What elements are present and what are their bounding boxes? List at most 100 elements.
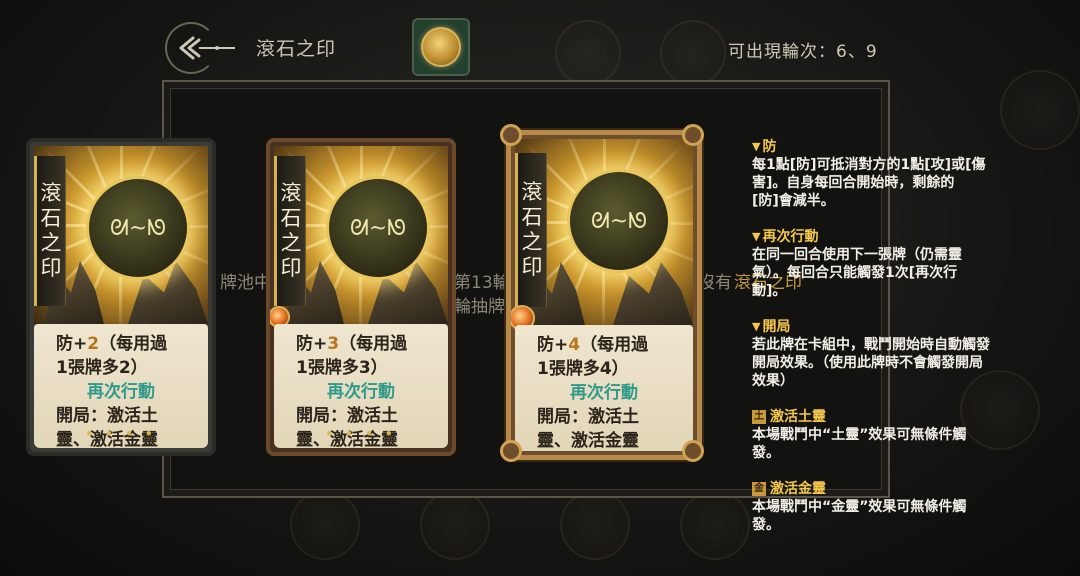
- page-title: 滾石之印: [256, 38, 337, 60]
- keyword-title-text: 激活金靈: [770, 481, 826, 497]
- background-medallion: [680, 490, 750, 560]
- keyword-title: ▼ 防: [752, 138, 1052, 156]
- keyword-title: ▼ 再次行動: [752, 228, 1052, 246]
- card-corner-ornament: [500, 440, 522, 462]
- description-line: 本場戰鬥中“土靈”效果可無條件觸: [752, 427, 967, 443]
- description-line: [防]會減半。: [752, 193, 835, 209]
- card-corner-ornament: [500, 124, 522, 146]
- description-line: 開局效果。（使用此牌時不會觸發開局: [752, 355, 983, 371]
- card-name-char: 印: [521, 255, 543, 279]
- description-line: 本場戰鬥中“金靈”效果可無條件觸: [752, 499, 967, 515]
- desc-line: 防+: [56, 334, 88, 354]
- keyword-description: 在同一回合使用下一張牌（仍需靈 氣）。每回合只能觸發1次[再次行 動]。: [752, 246, 1052, 300]
- description-line: 發。: [752, 517, 780, 533]
- card-name-char: 滾: [280, 181, 302, 205]
- keyword-again-action: 再次行動: [87, 382, 155, 402]
- desc-line: 1張牌多3）: [296, 358, 388, 378]
- card-name-char: 之: [280, 231, 302, 255]
- description-line: 效果）: [752, 373, 794, 389]
- keyword-title: 金激活金靈: [752, 480, 1052, 498]
- desc-line: （每用過: [580, 335, 649, 355]
- keyword-description: 若此牌在卡組中，戰鬥開始時自動觸發 開局效果。（使用此牌時不會觸發開局 效果）: [752, 336, 1052, 390]
- description-line: 發。: [752, 445, 780, 461]
- desc-line: 防+: [537, 335, 569, 355]
- available-rounds-label: 可出現輪次：6、9: [728, 42, 878, 62]
- keyword-title: 土激活土靈: [752, 408, 1052, 426]
- back-arrow-icon: [179, 36, 235, 60]
- rolling-stone-icon: ᘛ~ᘚ: [326, 176, 430, 280]
- card-name-char: 石: [521, 205, 543, 229]
- keyword-info-section: ▼ 再次行動 在同一回合使用下一張牌（仍需靈 氣）。每回合只能觸發1次[再次行 動]。: [752, 228, 1052, 300]
- description-line: 在同一回合使用下一張牌（仍需靈: [752, 247, 962, 263]
- card-description: 防+3（每用過 1張牌多3） 再次行動 開局：激活土 靈、激活金靈 • • • …: [274, 324, 448, 450]
- spirit-icon: 土: [752, 410, 766, 424]
- keyword-description: 每1點[防]可抵消對方的1點[攻]或[傷 害]。自身每回合開始時，剩餘的 [防]會減…: [752, 156, 1052, 210]
- triangle-icon: ▼: [752, 140, 761, 153]
- header-bar: 滾石之印 可出現輪次：6、9: [0, 0, 1080, 80]
- keyword-info-section: 金激活金靈 本場戰鬥中“金靈”效果可無條件觸 發。: [752, 480, 1052, 534]
- card-description: 防+4（每用過 1張牌多4） 再次行動 開局：激活土 靈、激活金靈: [515, 325, 693, 451]
- description-line: 動]。: [752, 283, 787, 299]
- desc-line: 靈、激活金靈: [537, 431, 639, 451]
- card-name-char: 之: [40, 231, 62, 255]
- rolling-stone-icon: ᘛ~ᘚ: [567, 169, 671, 273]
- keyword-info-panel: ▼ 防每1點[防]可抵消對方的1點[攻]或[傷 害]。自身每回合開始時，剩餘的 [防]…: [752, 138, 1052, 558]
- keyword-info-section: 土激活土靈 本場戰鬥中“土靈”效果可無條件觸 發。: [752, 408, 1052, 462]
- card-name-char: 之: [521, 230, 543, 254]
- card-name-char: 石: [280, 206, 302, 230]
- card-emblem-icon: [412, 18, 470, 76]
- card-description: 防+2（每用過 1張牌多2） 再次行動 開局：激活土 靈、激活金靈 • • • …: [34, 324, 208, 450]
- card-name-char: 石: [40, 206, 62, 230]
- description-line: 若此牌在卡組中，戰鬥開始時自動觸發: [752, 337, 990, 353]
- background-medallion: [420, 490, 490, 560]
- card-corner-ornament: [682, 124, 704, 146]
- card-name-char: 印: [40, 256, 62, 280]
- card-dots: • • • •: [325, 427, 397, 441]
- keyword-again-action: 再次行動: [570, 383, 638, 403]
- background-text: 輪抽牌: [454, 297, 505, 317]
- spirit-icon: 金: [752, 482, 766, 496]
- desc-line: 1張牌多4）: [537, 359, 629, 379]
- back-button[interactable]: [165, 22, 235, 74]
- description-line: 氣）。每回合只能觸發1次[再次行: [752, 265, 958, 281]
- keyword-title-text: 開局: [762, 319, 791, 335]
- rolling-stone-icon: ᘛ~ᘚ: [86, 176, 190, 280]
- keyword-info-section: ▼ 開局 若此牌在卡組中，戰鬥開始時自動觸發 開局效果。（使用此牌時不會觸發開局 效果）: [752, 318, 1052, 390]
- defense-value: 2: [87, 334, 100, 354]
- keyword-title-text: 激活土靈: [770, 409, 826, 425]
- card-corner-ornament: [682, 440, 704, 462]
- desc-line: （每用過: [99, 334, 168, 354]
- desc-line: 開局：激活土: [537, 407, 639, 427]
- description-line: 每1點[防]可抵消對方的1點[攻]或[傷: [752, 157, 986, 173]
- background-text: 沒有: [698, 273, 732, 293]
- keyword-title: ▼ 開局: [752, 318, 1052, 336]
- desc-line: 防+: [296, 334, 328, 354]
- triangle-icon: ▼: [752, 230, 761, 243]
- card-name: 滾石之印: [274, 156, 306, 306]
- background-text: 第13輪: [454, 273, 510, 293]
- keyword-description: 本場戰鬥中“金靈”效果可無條件觸 發。: [752, 498, 1052, 534]
- card-dots: • • • •: [85, 427, 157, 441]
- keyword-title-text: 防: [762, 139, 777, 155]
- background-text: 牌池中: [220, 273, 271, 293]
- card-name-char: 印: [280, 256, 302, 280]
- card-name-char: 滾: [521, 180, 543, 204]
- desc-line: （每用過: [339, 334, 408, 354]
- defense-value: 3: [327, 334, 340, 354]
- keyword-description: 本場戰鬥中“土靈”效果可無條件觸 發。: [752, 426, 1052, 462]
- keyword-info-section: ▼ 防每1點[防]可抵消對方的1點[攻]或[傷 害]。自身每回合開始時，剩餘的 [防]…: [752, 138, 1052, 210]
- card-variant-1[interactable]: ᘛ~ᘚ 滾石之印 防+2（每用過 1張牌多2） 再次行動 開局：激活土 靈、激活…: [26, 138, 216, 456]
- keyword-again-action: 再次行動: [327, 382, 395, 402]
- card-name-char: 滾: [40, 181, 62, 205]
- card-name: 滾石之印: [34, 156, 66, 306]
- card-variant-2[interactable]: ᘛ~ᘚ 滾石之印 防+3（每用過 1張牌多3） 再次行動 開局：激活土 靈、激活…: [266, 138, 456, 456]
- background-medallion: [560, 490, 630, 560]
- background-medallion: [290, 490, 360, 560]
- card-name: 滾石之印: [515, 153, 547, 307]
- card-variant-3[interactable]: ᘛ~ᘚ 滾石之印 防+4（每用過 1張牌多4） 再次行動 開局：激活土 靈、激活…: [506, 130, 702, 460]
- description-line: 害]。自身每回合開始時，剩餘的: [752, 175, 955, 191]
- desc-line: 1張牌多2）: [56, 358, 148, 378]
- triangle-icon: ▼: [752, 320, 761, 333]
- defense-value: 4: [568, 335, 581, 355]
- keyword-title-text: 再次行動: [762, 229, 819, 245]
